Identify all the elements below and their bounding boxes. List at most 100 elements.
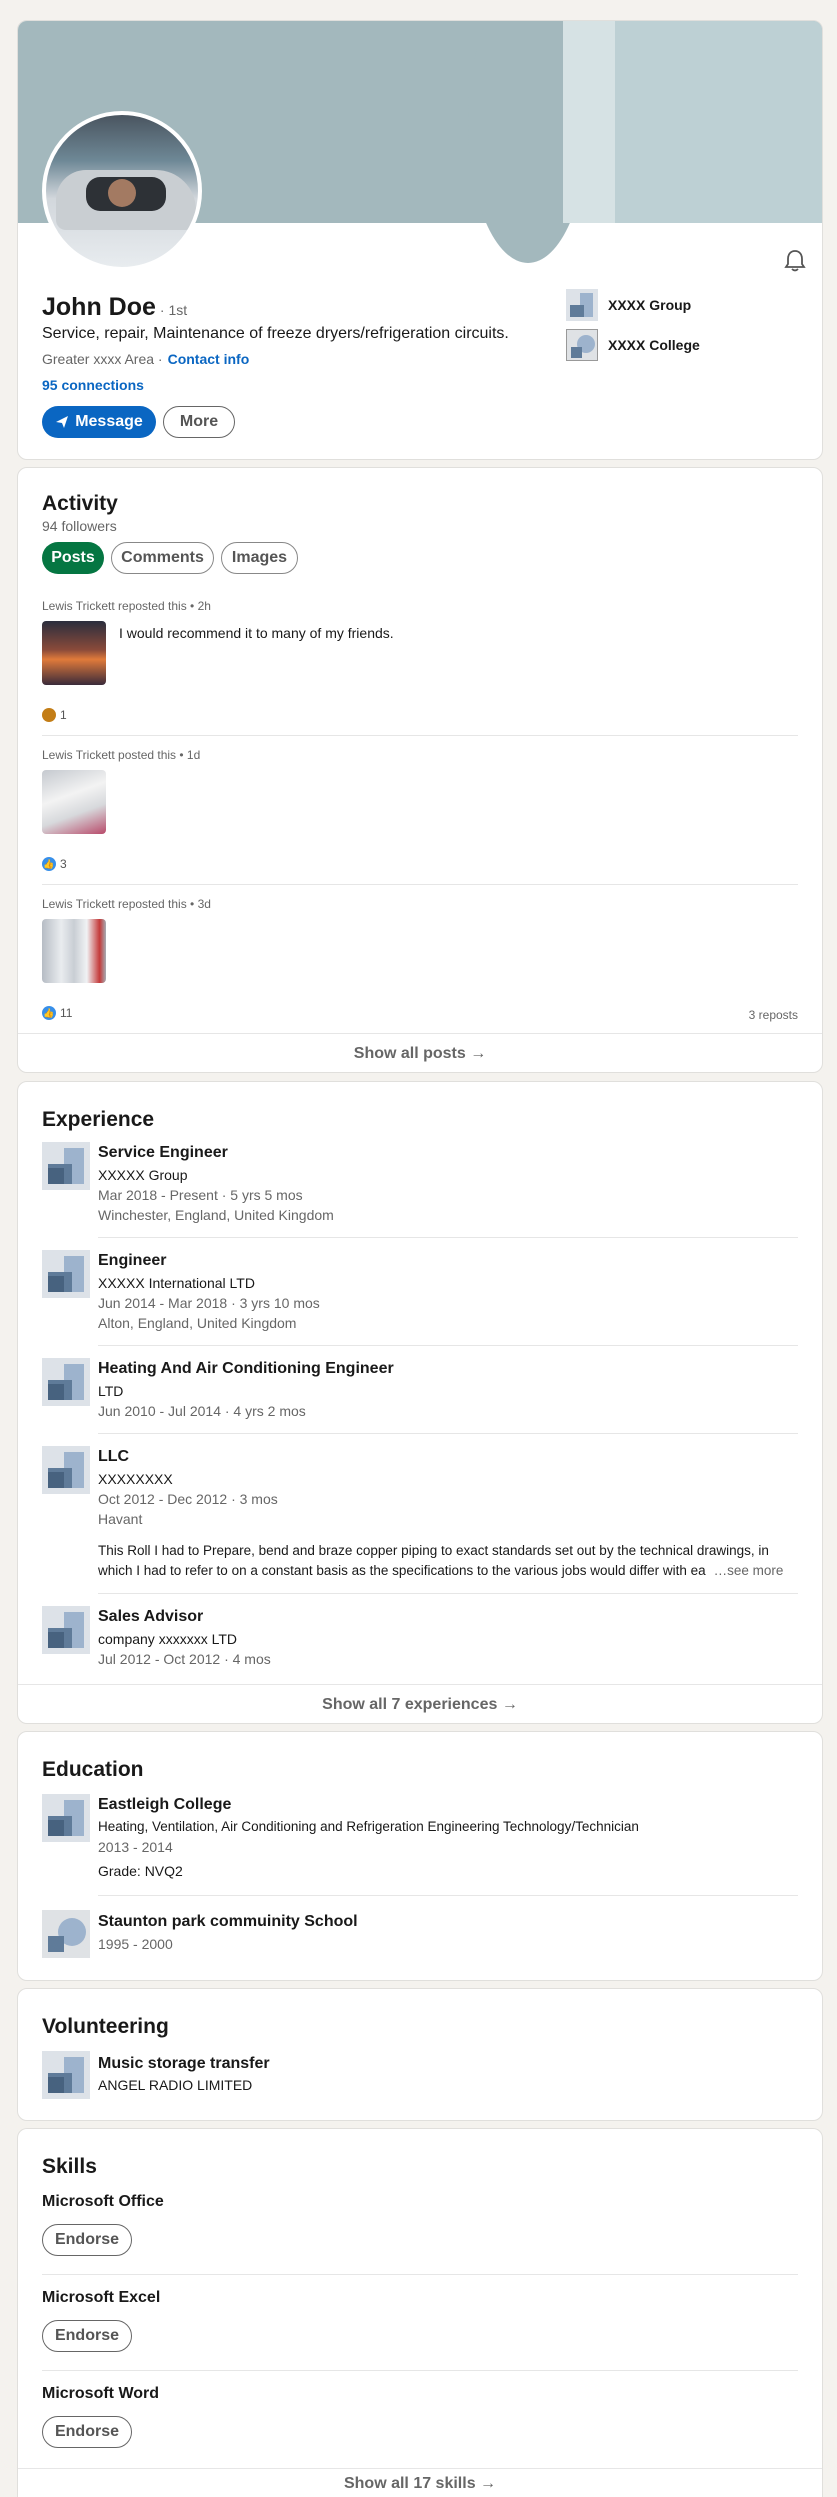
connections-link[interactable]: 95 connections — [42, 377, 144, 393]
like-reaction-icon: 👍 — [42, 857, 56, 871]
reaction-count: 1 — [60, 708, 67, 722]
organization-logo[interactable] — [42, 2051, 90, 2099]
education-card: Education Eastleigh College Heating, Ven… — [17, 1731, 823, 1981]
experience-company: company xxxxxxx LTD — [98, 1631, 237, 1647]
post-text: I would recommend it to many of my frien… — [119, 625, 394, 641]
experience-title-text: LLC — [98, 1448, 130, 1465]
divider — [98, 1433, 798, 1434]
divider — [42, 2274, 798, 2275]
post-header: Lewis Trickett reposted this • 2h — [42, 599, 211, 613]
connection-degree: · 1st — [159, 302, 188, 318]
experience-dates: Mar 2018 - Present · 5 yrs 5 mos — [98, 1187, 303, 1203]
activity-card: Activity 94 followers Posts Comments Ima… — [17, 467, 823, 1073]
profile-name-row: John Doe · 1st — [42, 293, 187, 322]
experience-company: XXXXX Group — [98, 1167, 188, 1183]
profile-location-row: Greater xxxx Area · Contact info — [42, 351, 249, 367]
divider — [98, 1345, 798, 1346]
company-row-college[interactable]: XXXX College — [566, 329, 700, 361]
divider — [98, 1895, 798, 1896]
volunteer-organization: ANGEL RADIO LIMITED — [98, 2077, 253, 2093]
volunteer-role: Music storage transfer — [98, 2055, 270, 2072]
post-header: Lewis Trickett reposted this • 3d — [42, 897, 211, 911]
school-grade: Grade: NVQ2 — [98, 1863, 183, 1879]
company-logo[interactable] — [42, 1446, 90, 1494]
divider — [98, 1593, 798, 1594]
show-all-experiences-button[interactable]: Show all 7 experiences → — [18, 1684, 822, 1723]
post-reactions[interactable]: 👍 3 — [42, 857, 67, 871]
experience-dates: Jun 2010 - Jul 2014 · 4 yrs 2 mos — [98, 1403, 306, 1419]
contact-info-link[interactable]: Contact info — [168, 351, 250, 367]
company-logo[interactable] — [42, 1606, 90, 1654]
tab-images[interactable]: Images — [221, 542, 298, 574]
experience-title: Experience — [42, 1108, 155, 1131]
school-dates: 1995 - 2000 — [98, 1936, 173, 1952]
experience-location: Havant — [98, 1511, 143, 1527]
endorse-button[interactable]: Endorse — [42, 2416, 132, 2448]
experience-title-text: Sales Advisor — [98, 1608, 204, 1625]
post-thumbnail[interactable] — [42, 770, 106, 834]
post-reactions[interactable]: 👍 11 — [42, 1006, 72, 1020]
skill-name[interactable]: Microsoft Excel — [42, 2289, 160, 2307]
profile-avatar[interactable] — [42, 111, 202, 271]
company-name: XXXX Group — [608, 297, 692, 313]
profile-name: John Doe — [42, 293, 156, 321]
experience-title-text: Engineer — [98, 1252, 167, 1269]
more-button[interactable]: More — [163, 406, 235, 438]
experience-title-text: Heating And Air Conditioning Engineer — [98, 1360, 394, 1377]
endorse-button[interactable]: Endorse — [42, 2320, 132, 2352]
post-reactions[interactable]: 1 — [42, 708, 67, 722]
reposts-count[interactable]: 3 reposts — [749, 1008, 798, 1022]
school-degree: Heating, Ventilation, Air Conditioning a… — [98, 1819, 639, 1834]
school-logo[interactable] — [42, 1794, 90, 1842]
education-title: Education — [42, 1758, 144, 1781]
school-dates: 2013 - 2014 — [98, 1839, 173, 1855]
divider — [42, 2370, 798, 2371]
experience-card: Experience Service Engineer XXXXX Group … — [17, 1081, 823, 1724]
experience-description: This Roll I had to Prepare, bend and bra… — [98, 1543, 769, 1558]
experience-description: which I had to refer to on a constant ba… — [98, 1563, 798, 1578]
school-logo[interactable] — [42, 1910, 90, 1958]
skill-name[interactable]: Microsoft Word — [42, 2385, 159, 2403]
divider — [42, 884, 798, 885]
divider — [98, 1237, 798, 1238]
company-logo[interactable] — [42, 1142, 90, 1190]
experience-company: LTD — [98, 1383, 124, 1399]
experience-company: XXXXXXXX — [98, 1471, 173, 1487]
message-button[interactable]: Message — [42, 406, 156, 438]
activity-title: Activity — [42, 492, 118, 515]
experience-dates: Jun 2014 - Mar 2018 · 3 yrs 10 mos — [98, 1295, 320, 1311]
company-row-group[interactable]: XXXX Group — [566, 289, 691, 321]
paper-plane-icon — [55, 415, 69, 429]
profile-headline: Service, repair, Maintenance of freeze d… — [42, 325, 509, 342]
experience-description-line: which I had to refer to on a constant ba… — [98, 1563, 706, 1578]
experience-location: Alton, England, United Kingdom — [98, 1315, 297, 1331]
tab-comments[interactable]: Comments — [111, 542, 214, 574]
like-reaction-icon: 👍 — [42, 1006, 56, 1020]
show-all-posts-button[interactable]: Show all posts → — [18, 1033, 822, 1072]
followers-count: 94 followers — [42, 518, 117, 534]
bell-icon[interactable] — [784, 249, 806, 273]
skills-card: Skills Microsoft Office Endorse Microsof… — [17, 2128, 823, 2497]
post-thumbnail[interactable] — [42, 919, 106, 983]
experience-dates: Oct 2012 - Dec 2012 · 3 mos — [98, 1491, 278, 1507]
reaction-count: 3 — [60, 857, 67, 871]
tab-posts[interactable]: Posts — [42, 542, 104, 574]
endorse-button[interactable]: Endorse — [42, 2224, 132, 2256]
skills-title: Skills — [42, 2155, 97, 2178]
insightful-reaction-icon — [42, 708, 56, 722]
school-name: Staunton park commuinity School — [98, 1913, 358, 1930]
show-all-skills-button[interactable]: Show all 17 skills → — [18, 2468, 822, 2497]
company-logo[interactable] — [42, 1250, 90, 1298]
skill-name[interactable]: Microsoft Office — [42, 2193, 164, 2211]
company-logo[interactable] — [42, 1358, 90, 1406]
experience-title-text: Service Engineer — [98, 1144, 228, 1161]
volunteering-card: Volunteering Music storage transfer ANGE… — [17, 1988, 823, 2121]
school-name: Eastleigh College — [98, 1796, 232, 1813]
experience-company: XXXXX International LTD — [98, 1275, 255, 1291]
see-more-link[interactable]: …see more — [714, 1563, 784, 1578]
experience-location: Winchester, England, United Kingdom — [98, 1207, 334, 1223]
college-logo — [566, 329, 598, 361]
company-logo — [566, 289, 598, 321]
post-thumbnail[interactable] — [42, 621, 106, 685]
profile-card: John Doe · 1st Service, repair, Maintena… — [17, 20, 823, 460]
